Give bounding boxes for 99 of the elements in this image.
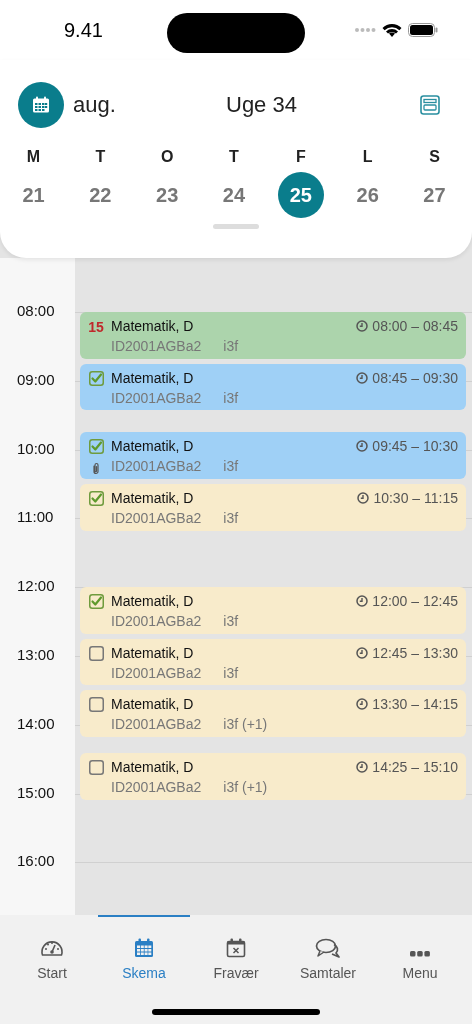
- lesson-room: i3f (+1): [223, 716, 268, 733]
- checked-checkbox[interactable]: [88, 594, 104, 610]
- lesson-room: i3f: [223, 338, 239, 354]
- checkbox[interactable]: [88, 645, 104, 661]
- lesson-code: ID2001AGBa2: [111, 613, 202, 630]
- tab[interactable]: Skema: [98, 915, 190, 987]
- clock-icon: [357, 492, 370, 504]
- clock-icon: [356, 595, 369, 608]
- hour-label: 08:00: [17, 302, 55, 320]
- lesson-title: Matematik, D: [111, 490, 194, 506]
- lesson-code: ID2001AGBa2: [111, 664, 202, 681]
- hour-label: 16:00: [17, 852, 55, 871]
- lesson-room: i3f: [223, 664, 239, 681]
- weekday-label: T: [95, 148, 106, 166]
- checked-checkbox[interactable]: [88, 491, 104, 506]
- lesson-title: Matematik, D: [111, 644, 194, 661]
- signal-icon: [354, 27, 376, 33]
- date-button[interactable]: 26: [344, 172, 391, 218]
- lesson-code: ID2001AGBa2: [111, 458, 202, 475]
- date-button[interactable]: 24: [211, 172, 257, 218]
- lesson-room: i3f: [223, 389, 239, 406]
- lesson-time: 13:30 – 14:15: [372, 696, 458, 713]
- date-button[interactable]: 27: [411, 172, 458, 218]
- weekday-label: F: [295, 148, 306, 166]
- clock-icon: [356, 320, 369, 332]
- calendar-x-icon: [225, 938, 247, 958]
- date-button[interactable]: 23: [144, 172, 191, 218]
- lesson-card[interactable]: Matematik, D 09:45 – 10:30 ID2001AGBa2 i3f: [80, 432, 466, 479]
- calendar-icon: [31, 95, 51, 115]
- lesson-code: ID2001AGBa2: [111, 510, 202, 526]
- hour-label: 15:00: [17, 783, 55, 802]
- hour-label: 09:00: [17, 370, 55, 389]
- lesson-time: 12:45 – 13:30: [372, 644, 458, 661]
- hour-label: 11:00: [17, 508, 54, 527]
- lesson-time: 14:25 – 15:10: [372, 759, 458, 776]
- lesson-title: Matematik, D: [111, 593, 194, 610]
- lesson-title: Matematik, D: [111, 369, 194, 386]
- checkbox[interactable]: [88, 760, 104, 776]
- lesson-card[interactable]: Matematik, D 12:00 – 12:45 ID2001AGBa2 i3f: [80, 587, 466, 634]
- more-icon: [409, 950, 431, 958]
- lesson-time: 12:00 – 12:45: [372, 593, 458, 610]
- weekday-label: T: [229, 148, 239, 166]
- clock-icon: [356, 371, 369, 384]
- lesson-code: ID2001AGBa2: [111, 779, 202, 796]
- clock-icon: [356, 440, 369, 453]
- lesson-time: 08:00 – 08:45: [372, 318, 458, 334]
- lesson-title: Matematik, D: [111, 759, 194, 776]
- view-toggle-icon[interactable]: [420, 95, 440, 115]
- lesson-room: i3f: [223, 613, 239, 630]
- lesson-time: 08:45 – 09:30: [372, 369, 458, 386]
- week-title: Uge 34: [226, 92, 297, 118]
- tab[interactable]: Start: [6, 915, 98, 987]
- lesson-card[interactable]: Matematik, D 10:30 – 11:15 ID2001AGBa2 i3f: [80, 484, 466, 531]
- weekday-label: O: [160, 148, 174, 166]
- lesson-time: 09:45 – 10:30: [372, 438, 458, 455]
- lesson-code: ID2001AGBa2: [111, 716, 202, 733]
- clock-icon: [356, 698, 369, 711]
- weekday-label: L: [362, 148, 373, 166]
- lesson-time: 10:30 – 11:15: [373, 490, 458, 506]
- date-button[interactable]: 25: [277, 172, 324, 218]
- lesson-title: Matematik, D: [111, 318, 194, 334]
- date-button[interactable]: 22: [77, 172, 124, 218]
- tab[interactable]: Samtaler: [282, 915, 374, 987]
- hour-label: 10:00: [17, 439, 55, 458]
- calendar-button[interactable]: [18, 82, 64, 128]
- clock-icon: [356, 646, 369, 659]
- lesson-code: ID2001AGBa2: [111, 338, 202, 354]
- lesson-card[interactable]: Matematik, D 08:45 – 09:30 ID2001AGBa2 i3f: [80, 363, 466, 411]
- date-button[interactable]: 21: [10, 172, 57, 218]
- gauge-icon: [40, 938, 64, 958]
- tab[interactable]: Fravær: [190, 915, 282, 987]
- battery-icon: [408, 23, 438, 37]
- weekday-label: S: [429, 148, 440, 166]
- status-time: 9.41: [64, 18, 103, 42]
- lesson-room: i3f (+1): [223, 779, 268, 796]
- lesson-room: i3f: [223, 458, 239, 475]
- lesson-title: Matematik, D: [111, 696, 194, 713]
- hour-label: 13:00: [17, 646, 55, 664]
- lesson-card[interactable]: Matematik, D 14:25 – 15:10 ID2001AGBa2 i3f (+1): [80, 753, 466, 801]
- wifi-icon: [382, 22, 402, 38]
- lesson-title: Matematik, D: [111, 438, 194, 455]
- weekday-label: M: [26, 148, 41, 166]
- tab[interactable]: Menu: [374, 915, 466, 987]
- hour-label: 14:00: [17, 714, 55, 733]
- lesson-card[interactable]: Matematik, D 12:45 – 13:30 ID2001AGBa2 i3f: [80, 638, 466, 686]
- clock-icon: [356, 761, 369, 774]
- hour-label: 12:00: [17, 577, 55, 596]
- drag-handle[interactable]: [213, 224, 259, 229]
- lesson-room: i3f: [223, 510, 239, 526]
- lesson-card[interactable]: 15 Matematik, D 08:00 – 08:45 ID2001AGBa2 i3f: [80, 312, 466, 359]
- lesson-code: ID2001AGBa2: [111, 389, 202, 406]
- month-label: aug.: [73, 92, 116, 118]
- calendar-icon: [133, 938, 155, 958]
- checkbox[interactable]: [88, 697, 104, 713]
- checked-checkbox[interactable]: [88, 439, 104, 455]
- lesson-card[interactable]: Matematik, D 13:30 – 14:15 ID2001AGBa2 i3f (+1): [80, 690, 466, 737]
- chat-icon: [315, 938, 341, 958]
- checked-checkbox[interactable]: [88, 370, 104, 386]
- count-label: 15: [88, 319, 104, 335]
